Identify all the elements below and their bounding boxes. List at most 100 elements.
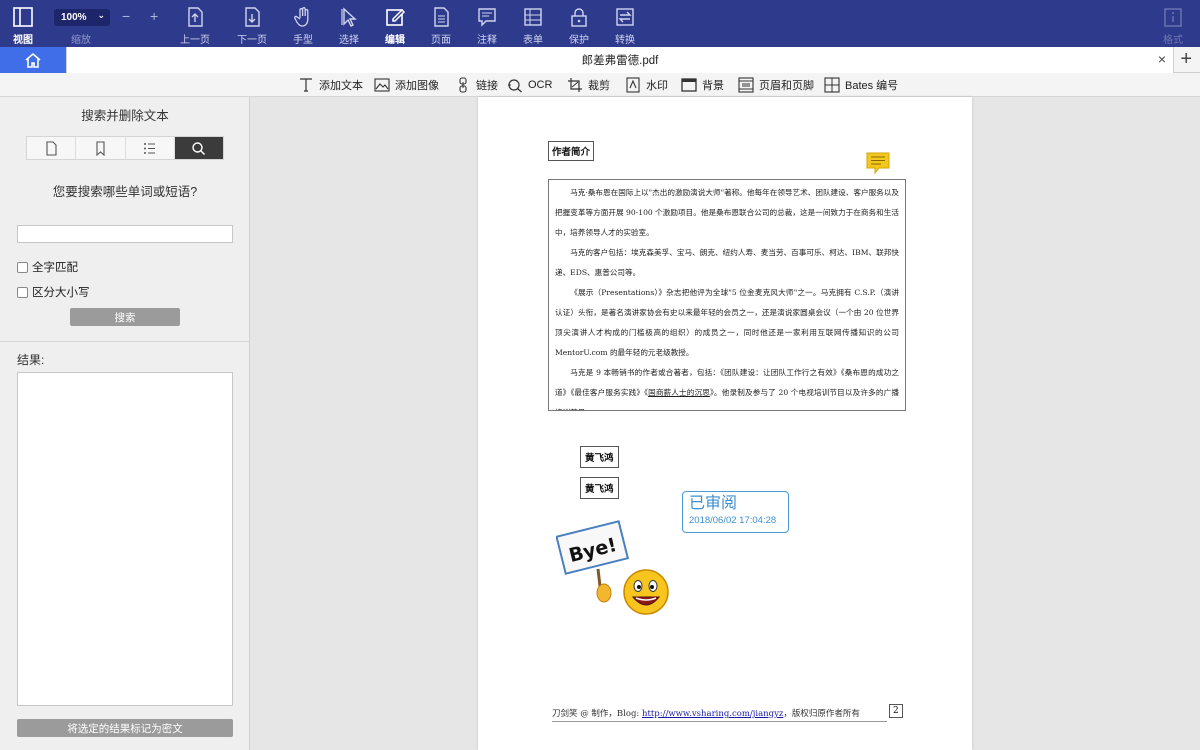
add-text-button[interactable]: 添加文本 [298, 76, 363, 94]
results-label: 结果: [17, 353, 45, 367]
add-image-label: 添加图像 [395, 80, 439, 92]
prev-page-label: 上一页 [180, 35, 210, 46]
bio-paragraph-3: 《展示（Presentations）》杂志把他评为全球"5 位金麦克风大师"之一… [555, 288, 899, 357]
link-icon [459, 77, 467, 93]
document-tab[interactable]: 郎差弗雷德.pdf [66, 47, 1174, 73]
format-label: 格式 [1163, 35, 1183, 46]
header-footer-label: 页眉和页脚 [759, 80, 814, 92]
bio-paragraph-1: 马克·桑布恩在国际上以"杰出的激励演说大师"著称。他每年在领导艺术、团队建设、客… [555, 188, 899, 237]
tab-bookmarks[interactable] [76, 137, 126, 159]
search-prompt: 您要搜索哪些单词或短语? [52, 185, 198, 199]
add-image-button[interactable]: 添加图像 [374, 76, 439, 94]
next-page-button[interactable]: 下一页 [237, 0, 267, 47]
tab-outline[interactable] [126, 137, 175, 159]
background-button[interactable]: 背景 [681, 76, 724, 94]
reviewed-stamp[interactable]: 已审阅 2018/06/02 17:04:28 [682, 491, 789, 533]
zoom-select[interactable]: 100% ⌄ [54, 9, 110, 26]
prev-page-button[interactable]: 上一页 [180, 0, 210, 47]
comment-icon [478, 8, 496, 27]
checkbox-box[interactable] [17, 261, 28, 273]
case-sensitive-checkbox[interactable]: 区分大小写 [17, 284, 90, 300]
mark-redaction-button[interactable]: 将选定的结果标记为密文 [17, 719, 233, 737]
convert-label: 转换 [615, 35, 635, 46]
zoom-value: 100% [61, 12, 87, 23]
signature-field-1[interactable]: 黄飞鸿 [580, 446, 619, 468]
view-button[interactable]: 视图 [12, 0, 34, 47]
select-tool-label: 选择 [339, 35, 359, 46]
watermark-icon [626, 77, 640, 93]
background-icon [681, 78, 697, 92]
edit-toolbar: 添加文本 添加图像 链接 OCR 裁剪 水印 背景 页眉和页脚 Bates 编号 [0, 73, 1200, 97]
ocr-label: OCR [528, 79, 553, 91]
hand-icon [294, 7, 309, 27]
book-title-link[interactable]: 国商薪人士的沉思 [648, 388, 710, 397]
footer-blog-link[interactable]: http://www.vsharing.com/jiangyz [642, 709, 783, 719]
zoom-in-button[interactable]: + [150, 8, 158, 24]
checkbox-box[interactable] [17, 286, 28, 298]
page-number: 2 [889, 704, 903, 718]
annotate-label: 注释 [477, 35, 497, 46]
home-button[interactable] [0, 47, 66, 73]
hand-tool-button[interactable]: 手型 [292, 0, 314, 47]
pdf-page[interactable]: 作者简介 马克·桑布恩在国际上以"杰出的激励演说大师"著称。他每年在领导艺术、团… [478, 97, 972, 750]
ocr-scan-icon [508, 79, 522, 93]
divider [0, 341, 250, 342]
cursor-icon [341, 7, 357, 27]
close-tab-button[interactable]: × [1158, 51, 1166, 67]
bio-paragraph-2: 马克的客户包括：埃克森美孚、宝马、朗克、纽约人寿、麦当劳、百事可乐、柯达、IBM… [555, 248, 899, 277]
stamp-title: 已审阅 [689, 495, 738, 512]
author-heading[interactable]: 作者简介 [548, 141, 595, 161]
panel-title: 搜索并删除文本 [81, 109, 169, 123]
add-tab-button[interactable]: + [1180, 48, 1192, 71]
chevron-down-icon: ⌄ [97, 10, 105, 20]
document-tab-title: 郎差弗雷德.pdf [581, 55, 659, 67]
protect-label: 保护 [569, 35, 589, 46]
link-button[interactable]: 链接 [455, 76, 498, 94]
panel-tabs [26, 136, 224, 160]
info-panel-icon [1164, 8, 1182, 27]
next-page-label: 下一页 [237, 35, 267, 46]
bates-button[interactable]: Bates 编号 [824, 76, 898, 94]
page-label: 页面 [431, 35, 451, 46]
format-button[interactable]: 格式 [1162, 0, 1184, 47]
form-button[interactable]: 表单 [522, 0, 544, 47]
search-input[interactable] [17, 225, 233, 243]
edit-button[interactable]: 编辑 [384, 0, 406, 47]
page-thumbnail-icon [46, 140, 57, 156]
watermark-button[interactable]: 水印 [625, 76, 668, 94]
link-label: 链接 [476, 80, 498, 92]
next-page-icon [245, 7, 260, 27]
signature-field-2[interactable]: 黄飞鸿 [580, 477, 619, 499]
sticky-note-icon[interactable] [866, 152, 890, 174]
bye-emoji-sticker[interactable]: Bye! [556, 517, 674, 621]
tab-search[interactable] [174, 137, 223, 159]
view-icon [13, 7, 33, 27]
select-tool-button[interactable]: 选择 [338, 0, 360, 47]
view-label: 视图 [13, 35, 33, 46]
tab-thumbnails[interactable] [27, 137, 77, 159]
home-icon [25, 52, 41, 68]
annotate-button[interactable]: 注释 [476, 0, 498, 47]
footer-suffix: ，版权归原作者所有 [783, 709, 860, 719]
whole-word-checkbox[interactable]: 全字匹配 [17, 259, 78, 275]
header-footer-button[interactable]: 页眉和页脚 [738, 76, 814, 94]
crop-icon [568, 78, 582, 92]
search-redact-panel: 搜索并删除文本 您要搜索哪些单词或短语? 全字匹配 区分大小写 搜索 结果: 将… [0, 97, 250, 750]
search-button[interactable]: 搜索 [70, 308, 180, 326]
edit-icon [386, 8, 406, 26]
protect-button[interactable]: 保护 [568, 0, 590, 47]
crop-button[interactable]: 裁剪 [567, 76, 610, 94]
convert-icon [616, 8, 634, 26]
image-icon [374, 78, 390, 92]
results-list[interactable] [17, 372, 233, 706]
text-cursor-icon [300, 78, 312, 92]
add-text-label: 添加文本 [319, 80, 363, 92]
ocr-button[interactable]: OCR [507, 76, 552, 94]
page-button[interactable]: 页面 [430, 0, 452, 47]
lock-icon [571, 8, 587, 27]
author-bio-textbox[interactable]: 马克·桑布恩在国际上以"杰出的激励演说大师"著称。他每年在领导艺术、团队建设、客… [548, 179, 906, 411]
zoom-out-button[interactable]: − [122, 8, 130, 24]
convert-button[interactable]: 转换 [614, 0, 636, 47]
background-label: 背景 [702, 80, 724, 92]
bates-number-icon [824, 77, 840, 93]
